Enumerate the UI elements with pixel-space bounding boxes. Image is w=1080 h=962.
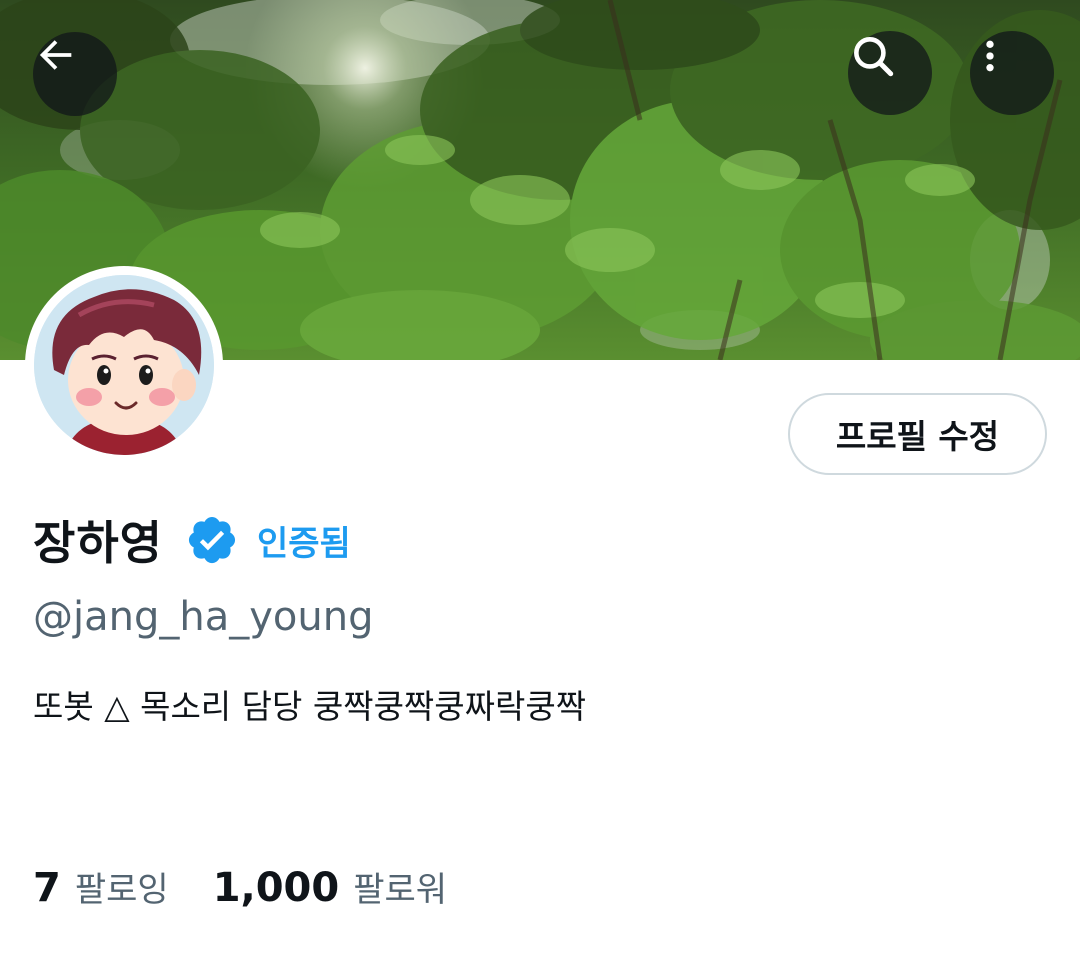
more-vertical-icon bbox=[986, 40, 994, 72]
back-button[interactable] bbox=[33, 32, 117, 116]
profile-page: 프로필 수정 장하영 인증됨 @jang_ha_young 또봇 △ 목소리 담… bbox=[0, 0, 1080, 962]
arrow-left-icon bbox=[39, 40, 72, 70]
edit-profile-button[interactable]: 프로필 수정 bbox=[788, 393, 1047, 475]
followers-count: 1,000 bbox=[212, 865, 340, 911]
profile-bio: 또봇 △ 목소리 담당 쿵짝쿵짝쿵짜락쿵짝 bbox=[33, 687, 587, 726]
verified-label[interactable]: 인증됨 bbox=[257, 516, 351, 565]
following-label: 팔로잉 bbox=[74, 870, 169, 910]
name-row: 장하영 인증됨 bbox=[33, 505, 351, 575]
followers-link[interactable]: 1,000 팔로워 bbox=[213, 862, 447, 911]
avatar-image bbox=[34, 275, 214, 455]
followers-label: 팔로워 bbox=[353, 870, 448, 910]
search-icon bbox=[854, 37, 894, 77]
following-count: 7 bbox=[33, 865, 61, 911]
search-button[interactable] bbox=[848, 31, 932, 115]
verified-badge-icon[interactable] bbox=[185, 513, 239, 567]
display-name: 장하영 bbox=[33, 516, 163, 570]
user-handle: @jang_ha_young bbox=[33, 594, 374, 640]
follow-stats: 7 팔로잉 1,000 팔로워 bbox=[33, 862, 491, 911]
following-link[interactable]: 7 팔로잉 bbox=[33, 862, 169, 911]
more-options-button[interactable] bbox=[970, 31, 1054, 115]
avatar[interactable] bbox=[25, 266, 223, 464]
